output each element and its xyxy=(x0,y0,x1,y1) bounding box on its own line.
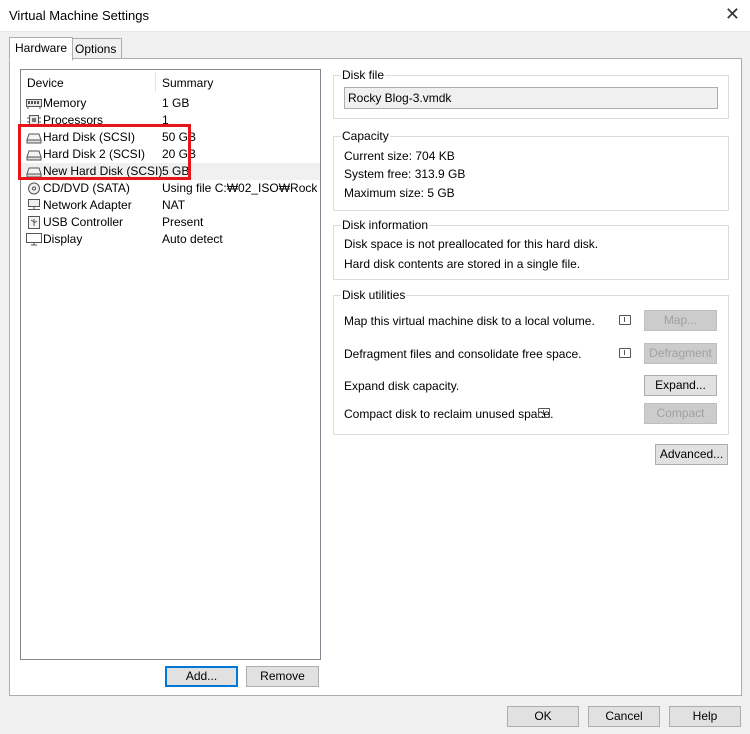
group-legend: Capacity xyxy=(341,129,390,143)
device-name: USB Controller xyxy=(43,215,124,229)
column-header-device[interactable]: Device xyxy=(27,76,64,90)
disk-info-single-file: Hard disk contents are stored in a singl… xyxy=(344,257,581,271)
device-row-network-adapter[interactable]: Network Adapter NAT xyxy=(21,197,320,214)
cd-dvd-icon xyxy=(28,182,40,195)
device-summary: 50 GB xyxy=(162,130,197,144)
info-icon[interactable] xyxy=(619,315,631,325)
hard-disk-icon xyxy=(26,167,42,178)
compact-button[interactable]: Compact xyxy=(644,403,717,424)
close-icon[interactable]: ✕ xyxy=(725,4,740,25)
processor-icon xyxy=(27,115,41,125)
info-icon[interactable] xyxy=(619,348,631,358)
current-size-label: Current size: 704 KB xyxy=(344,149,455,163)
device-row-hard-disk-2[interactable]: Hard Disk 2 (SCSI) 20 GB xyxy=(21,146,320,163)
device-name: Hard Disk (SCSI) xyxy=(43,130,136,144)
tab-options[interactable]: Options xyxy=(69,38,123,60)
device-summary: 1 GB xyxy=(162,96,190,110)
device-summary: Auto detect xyxy=(162,232,223,246)
disk-file-field[interactable]: Rocky Blog-3.vmdk xyxy=(344,87,718,109)
hard-disk-icon xyxy=(26,133,42,144)
disk-information-group: Disk information xyxy=(333,218,729,280)
add-button[interactable]: Add... xyxy=(165,666,238,687)
ok-button[interactable]: OK xyxy=(507,706,579,727)
cancel-button[interactable]: Cancel xyxy=(588,706,660,727)
map-description: Map this virtual machine disk to a local… xyxy=(344,314,595,328)
device-row-new-hard-disk[interactable]: New Hard Disk (SCSI) 5 GB xyxy=(21,163,320,180)
system-free-label: System free: 313.9 GB xyxy=(344,167,466,181)
device-name: Network Adapter xyxy=(43,198,132,212)
device-row-display[interactable]: Display Auto detect xyxy=(21,231,320,248)
device-name: Memory xyxy=(43,96,87,110)
help-button[interactable]: Help xyxy=(669,706,741,727)
group-legend: Disk file xyxy=(341,68,386,82)
defragment-button[interactable]: Defragment xyxy=(644,343,717,364)
group-legend: Disk information xyxy=(341,218,430,232)
device-list-header: Device Summary xyxy=(21,70,320,94)
disk-info-preallocation: Disk space is not preallocated for this … xyxy=(344,237,599,251)
expand-description: Expand disk capacity. xyxy=(344,379,460,393)
usb-controller-icon xyxy=(28,216,40,229)
window-title: Virtual Machine Settings xyxy=(9,8,149,23)
maximum-size-label: Maximum size: 5 GB xyxy=(344,186,455,200)
map-button[interactable]: Map... xyxy=(644,310,717,331)
memory-icon xyxy=(26,99,42,109)
device-summary: Using file C:₩02_ISO₩Rock... xyxy=(162,181,317,195)
device-name: Processors xyxy=(43,113,104,127)
column-header-summary[interactable]: Summary xyxy=(162,76,213,90)
device-row-cd-dvd[interactable]: CD/DVD (SATA) Using file C:₩02_ISO₩Rock.… xyxy=(21,180,320,197)
device-summary: 20 GB xyxy=(162,147,197,161)
device-name: Hard Disk 2 (SCSI) xyxy=(43,147,146,161)
tab-hardware[interactable]: Hardware xyxy=(9,37,74,61)
expand-button[interactable]: Expand... xyxy=(644,375,717,396)
network-adapter-icon xyxy=(28,199,40,210)
remove-button[interactable]: Remove xyxy=(246,666,319,687)
advanced-button[interactable]: Advanced... xyxy=(655,444,728,465)
compact-description: Compact disk to reclaim unused space. xyxy=(344,407,554,421)
device-summary: 1 xyxy=(162,113,169,127)
device-list[interactable]: Device Summary Memory 1 GB Processors 1 … xyxy=(20,69,321,660)
title-bar: Virtual Machine Settings ✕ xyxy=(0,0,750,32)
device-row-memory[interactable]: Memory 1 GB xyxy=(21,95,320,112)
device-row-processors[interactable]: Processors 1 xyxy=(21,112,320,129)
device-summary: 5 GB xyxy=(162,164,190,178)
device-summary: Present xyxy=(162,215,204,229)
device-name: Display xyxy=(43,232,83,246)
hard-disk-icon xyxy=(26,150,42,161)
device-name: New Hard Disk (SCSI) xyxy=(43,164,163,178)
display-icon xyxy=(26,233,42,246)
defragment-description: Defragment files and consolidate free sp… xyxy=(344,347,582,361)
device-row-usb-controller[interactable]: USB Controller Present xyxy=(21,214,320,231)
device-row-hard-disk[interactable]: Hard Disk (SCSI) 50 GB xyxy=(21,129,320,146)
device-name: CD/DVD (SATA) xyxy=(43,181,130,195)
column-divider[interactable] xyxy=(155,72,156,92)
group-legend: Disk utilities xyxy=(341,288,407,302)
info-icon[interactable] xyxy=(538,408,550,418)
device-summary: NAT xyxy=(162,198,186,212)
